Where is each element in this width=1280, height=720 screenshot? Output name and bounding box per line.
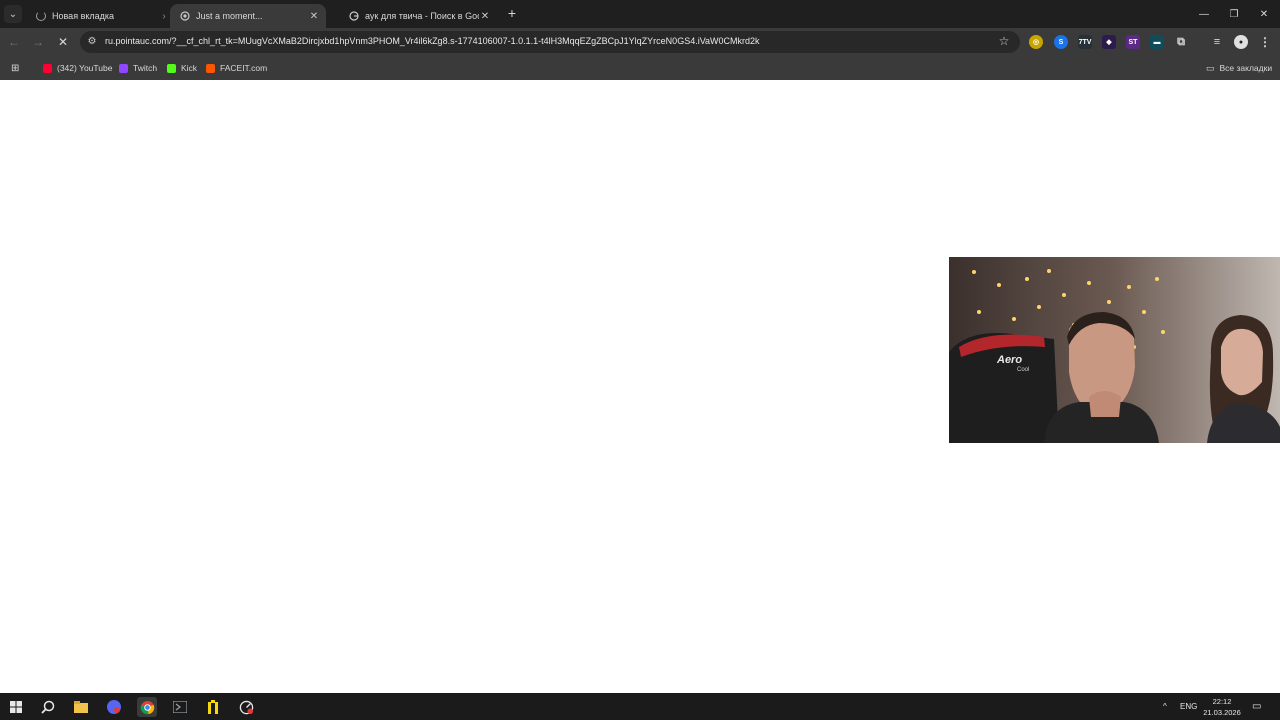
tab-title: Just a moment... — [196, 11, 263, 21]
faceit-icon — [206, 63, 215, 73]
tab-just-a-moment[interactable]: Just a moment... ✕ — [170, 4, 326, 28]
app-terminal-button[interactable] — [170, 697, 190, 717]
extension-1-icon[interactable]: ◎ — [1029, 35, 1043, 49]
app-speedometer-button[interactable] — [236, 697, 256, 717]
loading-spinner-icon — [36, 11, 46, 21]
file-explorer-button[interactable] — [71, 697, 91, 717]
webcam-overlay: Aero Cool — [949, 257, 1280, 443]
bookmark-label: Kick — [181, 63, 198, 73]
browser-toolbar: ← → ✕ ⚙ ru.pointauc.com/?__cf_chl_rt_tk=… — [0, 28, 1280, 56]
stop-button[interactable]: ✕ — [55, 34, 71, 50]
bookmark-youtube[interactable]: (342) YouTube — [43, 61, 112, 75]
clock-time: 22:12 — [1212, 697, 1232, 706]
tab-title: Новая вкладка — [52, 11, 115, 21]
arrow-right-icon: → — [32, 35, 44, 49]
bookmark-label: FACEIT.com — [220, 63, 268, 73]
tab-title: аук для твича - Поиск в Google — [365, 11, 479, 21]
terminal-icon — [173, 701, 187, 713]
media-controls-icon[interactable]: ≡ — [1210, 35, 1224, 49]
extension-2-icon[interactable]: S — [1054, 35, 1068, 49]
all-bookmarks-label: Все закладки — [1219, 63, 1273, 73]
app-yellow-button[interactable] — [203, 697, 223, 717]
bookmark-label: (342) YouTube — [57, 63, 113, 73]
url-text[interactable]: ru.pointauc.com/?__cf_chl_rt_tk=MUugVcXM… — [105, 36, 760, 46]
close-icon: ✕ — [1259, 8, 1269, 20]
bookmark-star-icon[interactable]: ☆ — [997, 34, 1011, 48]
address-bar[interactable]: ⚙ ru.pointauc.com/?__cf_chl_rt_tk=MUugVc… — [80, 31, 1020, 53]
extension-4-icon[interactable]: ◆ — [1102, 35, 1116, 49]
restore-icon: ❐ — [1229, 8, 1239, 20]
bookmark-label: Twitch — [133, 63, 158, 73]
twitch-icon — [119, 63, 128, 73]
globe-loading-icon — [180, 11, 190, 21]
app-icon — [208, 700, 218, 714]
tab-search-button[interactable]: ⌄ — [4, 5, 22, 23]
extensions-puzzle-icon[interactable]: ⧉ — [1174, 35, 1188, 49]
youtube-icon — [43, 63, 52, 73]
menu-kebab-icon[interactable]: ⋮ — [1258, 35, 1272, 49]
apps-grid-icon: ⊞ — [11, 62, 20, 74]
tray-overflow-button[interactable]: ^ — [1163, 693, 1167, 720]
close-icon[interactable]: ✕ — [479, 11, 491, 22]
folder-icon — [74, 701, 88, 713]
forward-button[interactable]: → — [30, 34, 46, 50]
extension-5-icon[interactable]: ST — [1126, 35, 1140, 49]
app-discord-button[interactable] — [104, 697, 124, 717]
folder-icon: ▭ — [1206, 62, 1215, 73]
clock[interactable]: 22:12 21.03.2026 — [1200, 696, 1244, 718]
notification-icon: ▭ — [1252, 701, 1262, 712]
tab-new-tab[interactable]: Новая вкладка › — [26, 4, 176, 28]
search-icon — [41, 700, 55, 714]
bookmark-twitch[interactable]: Twitch — [119, 61, 157, 75]
windows-taskbar: ^ ENG 22:12 21.03.2026 ▭ — [0, 693, 1280, 720]
plus-icon: + — [507, 5, 517, 21]
close-icon[interactable]: ✕ — [308, 11, 320, 22]
extension-6-icon[interactable]: ▬ — [1150, 35, 1164, 49]
all-bookmarks-button[interactable]: ▭ Все закладки — [1206, 61, 1272, 75]
bookmark-kick[interactable]: Kick — [167, 61, 197, 75]
clock-date: 21.03.2026 — [1203, 708, 1241, 717]
chrome-icon — [140, 700, 154, 714]
chevron-down-icon: ⌄ — [8, 8, 18, 20]
bookmarks-bar: ⊞ (342) YouTube Twitch Kick FACEIT.com ▭… — [0, 56, 1280, 80]
windows-logo-icon — [10, 701, 22, 713]
apps-button[interactable]: ⊞ — [11, 61, 19, 75]
chrome-button[interactable] — [137, 697, 157, 717]
chair-brand-text: Aero — [996, 354, 1022, 366]
tab-google-search[interactable]: аук для твича - Поиск в Google ✕ — [339, 4, 497, 28]
start-button[interactable] — [6, 697, 26, 717]
chair-brand-sub-text: Cool — [1017, 367, 1029, 373]
minimize-icon: — — [1199, 8, 1209, 20]
minimize-button[interactable]: — — [1188, 0, 1220, 28]
close-window-button[interactable]: ✕ — [1248, 0, 1280, 28]
extension-3-icon[interactable]: 7TV — [1078, 35, 1092, 49]
new-tab-button[interactable]: + — [505, 5, 519, 21]
chevron-up-icon: ^ — [1163, 702, 1167, 711]
webcam-image: Aero Cool — [949, 257, 1280, 443]
profile-avatar-icon[interactable]: ● — [1234, 35, 1248, 49]
language-indicator[interactable]: ENG — [1180, 693, 1197, 720]
tab-strip: ⌄ Новая вкладка › Just a moment... ✕ аук… — [0, 0, 1280, 28]
arrow-left-icon: ← — [8, 35, 20, 49]
back-button[interactable]: ← — [6, 34, 22, 50]
speedometer-icon — [239, 700, 253, 714]
kick-icon — [167, 63, 176, 73]
google-icon — [349, 11, 359, 21]
site-info-icon[interactable]: ⚙ — [86, 36, 98, 48]
stop-loading-icon: ✕ — [57, 35, 69, 49]
chevron-right-icon: › — [162, 10, 166, 22]
app-icon — [107, 700, 121, 714]
restore-button[interactable]: ❐ — [1218, 0, 1250, 28]
search-button[interactable] — [38, 697, 58, 717]
notifications-button[interactable]: ▭ — [1252, 693, 1261, 720]
bookmark-faceit[interactable]: FACEIT.com — [206, 61, 267, 75]
